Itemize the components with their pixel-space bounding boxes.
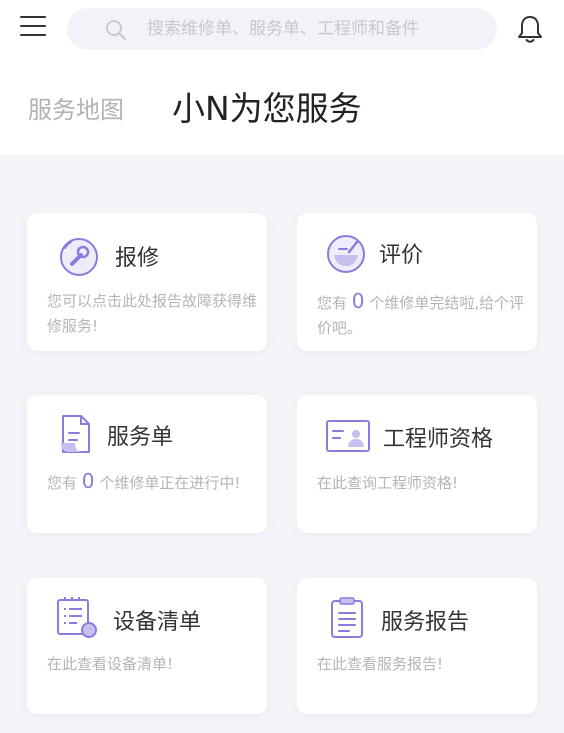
card-repair[interactable]: 报修 您可以点击此处报告故障获得维修服务! [27, 213, 267, 351]
checklist-icon [57, 597, 97, 638]
card-service-order-title: 服务单 [107, 425, 174, 450]
card-review-desc: 您有 0 个维修单完结啦,给个评价吧。 [317, 289, 527, 341]
card-engineer-qualification[interactable]: 工程师资格 在此查询工程师资格! [297, 395, 537, 533]
card-engineer-title: 工程师资格 [383, 427, 494, 452]
menu-icon[interactable] [20, 16, 48, 40]
card-review[interactable]: 评价 您有 0 个维修单完结啦,给个评价吧。 [297, 213, 537, 351]
card-service-order[interactable]: 服务单 您有 0 个维修单正在进行中! [27, 395, 267, 533]
wrench-icon [60, 238, 98, 276]
card-service-order-desc: 您有 0 个维修单正在进行中! [47, 469, 257, 496]
search-icon [106, 20, 126, 40]
card-service-report[interactable]: 服务报告 在此查看服务报告! [297, 578, 537, 714]
tab-bar: 服务地图 小N为您服务 [0, 62, 564, 154]
card-review-title: 评价 [379, 243, 424, 268]
card-repair-title: 报修 [115, 246, 160, 271]
card-report-desc: 在此查看服务报告! [317, 655, 444, 673]
id-card-icon [326, 420, 370, 452]
bell-icon[interactable] [516, 14, 544, 44]
card-equipment-title: 设备清单 [113, 610, 202, 635]
card-engineer-desc: 在此查询工程师资格! [317, 474, 459, 492]
tab-xiaon-service[interactable]: 小N为您服务 [172, 82, 362, 130]
search-input[interactable]: 搜索维修单、服务单、工程师和备件 [67, 8, 497, 50]
card-equipment-desc: 在此查看设备清单! [47, 655, 174, 673]
card-service-order-desc-prefix: 您有 [47, 474, 78, 492]
card-review-count: 0 [351, 289, 365, 313]
clipboard-icon [331, 597, 363, 638]
card-report-title: 服务报告 [381, 610, 470, 635]
search-placeholder: 搜索维修单、服务单、工程师和备件 [147, 19, 419, 39]
document-icon [61, 415, 90, 453]
tab-service-map[interactable]: 服务地图 [28, 90, 124, 125]
card-equipment-list[interactable]: 设备清单 在此查看设备清单! [27, 578, 267, 714]
top-bar: 搜索维修单、服务单、工程师和备件 [0, 0, 564, 62]
card-service-order-count: 0 [81, 469, 95, 493]
card-review-desc-suffix: 个维修单完结啦,给个评价吧。 [317, 294, 525, 337]
card-service-order-desc-suffix: 个维修单正在进行中! [99, 474, 241, 492]
review-bowl-icon [327, 235, 365, 273]
card-review-desc-prefix: 您有 [317, 294, 348, 312]
card-repair-desc: 您可以点击此处报告故障获得维修服务! [47, 292, 258, 335]
